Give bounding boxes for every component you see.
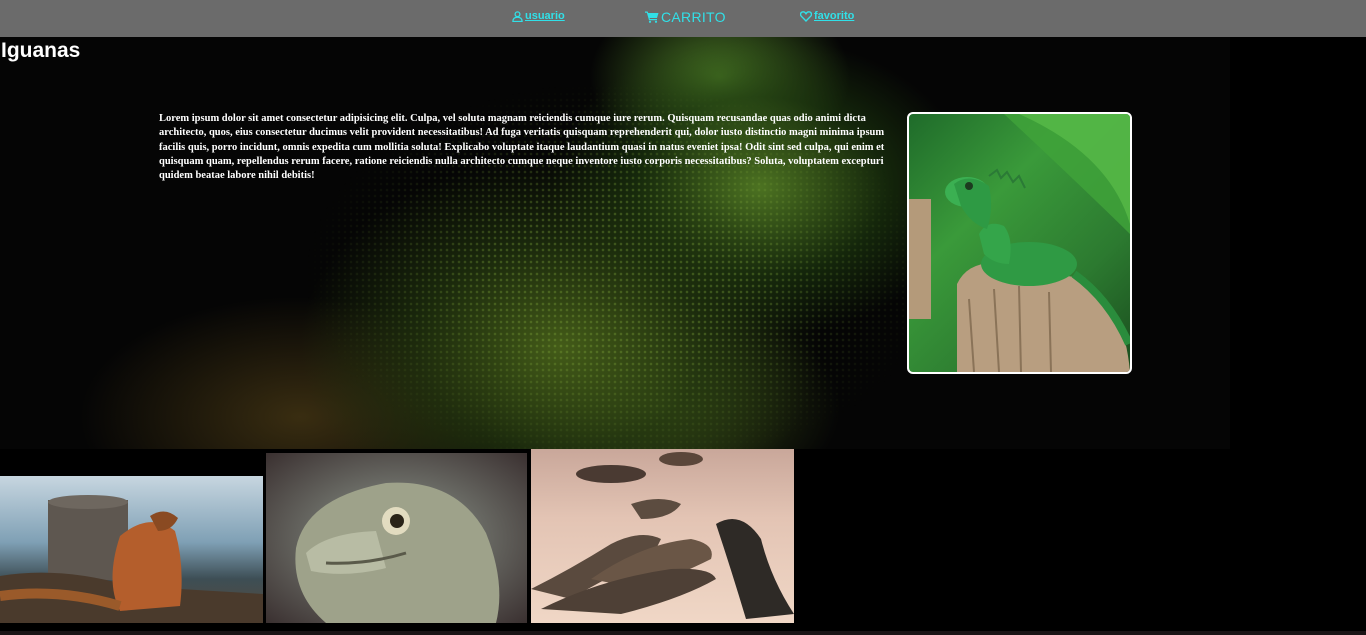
iguana-sea-illustration bbox=[0, 495, 263, 623]
nav-link-usuario[interactable]: usuario bbox=[512, 10, 565, 22]
nav-cart-label: CARRITO bbox=[661, 9, 726, 25]
intro-paragraph: Lorem ipsum dolor sit amet consectetur a… bbox=[159, 113, 885, 182]
nav-link-carrito[interactable]: CARRITO bbox=[645, 9, 726, 25]
nav-user-label: usuario bbox=[525, 10, 565, 22]
bottom-border bbox=[0, 631, 1366, 635]
gallery-photo-iguana-sea bbox=[0, 476, 263, 623]
nav-link-favorito[interactable]: favorito bbox=[800, 10, 854, 22]
iguana-head-illustration bbox=[295, 482, 500, 623]
cart-icon bbox=[645, 11, 659, 23]
user-icon bbox=[512, 10, 523, 22]
heart-icon bbox=[800, 10, 812, 22]
iguanas-sand-illustration bbox=[531, 452, 794, 619]
top-navbar: usuario CARRITO favorito bbox=[0, 0, 1366, 37]
feature-iguana-illustration bbox=[909, 114, 1130, 372]
gallery-photo-iguanas-sand bbox=[531, 449, 794, 623]
page-title: Iguanas bbox=[1, 39, 81, 62]
gallery-photo-iguana-head bbox=[266, 453, 527, 623]
feature-iguana-photo bbox=[907, 112, 1132, 374]
nav-favorite-label: favorito bbox=[814, 10, 855, 22]
